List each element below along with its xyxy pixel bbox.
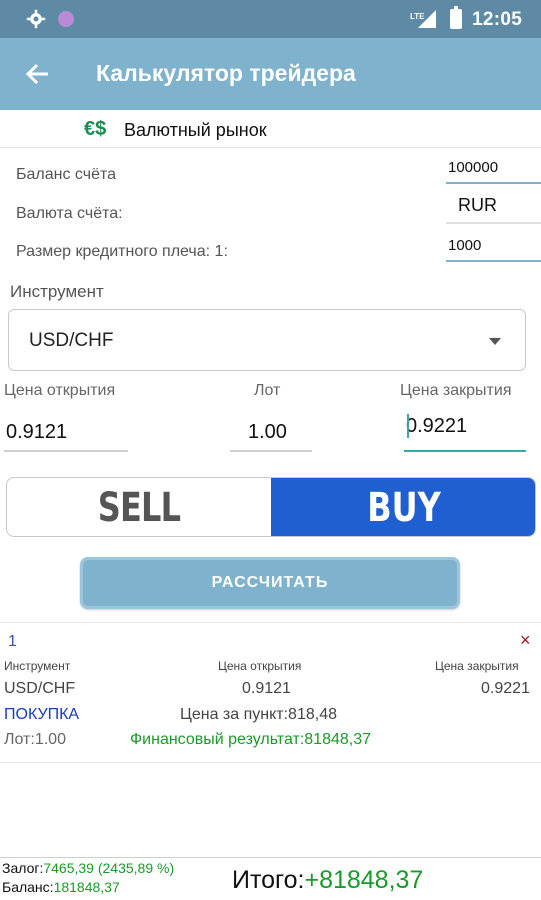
market-header: €$ Валютный рынок [0,110,541,148]
result-header-open-price: Цена открытия [218,659,302,673]
result-close-price: 0.9221 [481,680,530,697]
gear-icon [26,9,46,29]
divider [0,762,541,763]
result-header-instrument: Инструмент [4,659,71,673]
margin-label: Залог: [2,860,44,876]
open-price-value: 0.9121 [6,421,68,443]
currency-field[interactable]: RUR [446,190,541,224]
summary-footer: Залог:7465,39 (2435,89 %) Баланс:181848,… [0,857,541,900]
total-label: Итого: [232,866,305,894]
currency-label: Валюта счёта: [16,205,123,222]
balance-summary-value: 181848,37 [53,879,120,895]
balance-summary-label: Баланс: [2,879,54,895]
back-arrow-icon[interactable] [24,60,52,88]
notification-dot-icon [58,11,74,27]
market-label: Валютный рынок [124,120,267,140]
result-pip-price: Цена за пункт:818,48 [180,706,337,723]
buy-button[interactable]: BUY [271,478,535,536]
buy-button-label: BUY [367,485,441,531]
balance-value: 100000 [448,159,499,176]
calculate-button[interactable]: РАССЧИТАТЬ [80,557,460,609]
currency-symbols-icon: €$ [84,118,107,140]
result-lot: Лот:1.00 [4,731,66,748]
total-value: +81848,37 [304,866,424,894]
status-bar: LTE 12:05 [0,0,541,38]
battery-icon [450,6,462,29]
margin-summary: Залог:7465,39 (2435,89 %) [2,860,174,876]
margin-value: 7465,39 (2435,89 %) [43,860,175,876]
currency-value: RUR [458,195,497,215]
open-price-input[interactable]: 0.9121 [4,412,128,452]
divider [0,622,541,623]
leverage-label: Размер кредитного плеча: 1: [16,243,228,260]
leverage-input[interactable]: 1000 [446,228,541,262]
close-price-label: Цена закрытия [400,382,512,399]
result-financial: Финансовый результат:81848,37 [130,731,372,748]
result-instrument: USD/CHF [4,680,76,697]
instrument-selected-value: USD/CHF [29,330,114,351]
result-open-price: 0.9121 [242,680,291,697]
lot-input[interactable]: 1.00 [230,412,312,452]
page-title: Калькулятор трейдера [96,60,356,86]
lot-value: 1.00 [248,421,287,443]
result-header-close-price: Цена закрытия [435,659,519,673]
signal-icon: LTE [410,10,436,28]
instrument-select[interactable]: USD/CHF [8,309,526,371]
text-cursor [407,414,409,438]
app-bar: Калькулятор трейдера [0,38,541,110]
lot-label: Лот [254,382,281,399]
leverage-value: 1000 [448,237,482,254]
svg-text:LTE: LTE [410,12,425,21]
close-icon[interactable]: × [520,630,531,651]
sell-button[interactable]: SELL [33,478,245,536]
balance-label: Баланс счёта [16,166,117,183]
total-summary: Итого:+81848,37 [232,866,423,895]
balance-summary: Баланс:181848,37 [2,879,120,895]
balance-input[interactable]: 100000 [446,150,541,184]
instrument-label: Инструмент [10,282,104,301]
direction-toggle: SELL BUY [6,477,536,537]
close-price-input[interactable]: 0.9221 [404,412,526,452]
clock: 12:05 [472,9,523,30]
result-index: 1 [8,633,17,650]
chevron-down-icon [489,338,501,345]
open-price-label: Цена открытия [4,382,116,399]
close-price-value: 0.9221 [406,415,468,437]
result-direction: ПОКУПКА [4,706,80,723]
